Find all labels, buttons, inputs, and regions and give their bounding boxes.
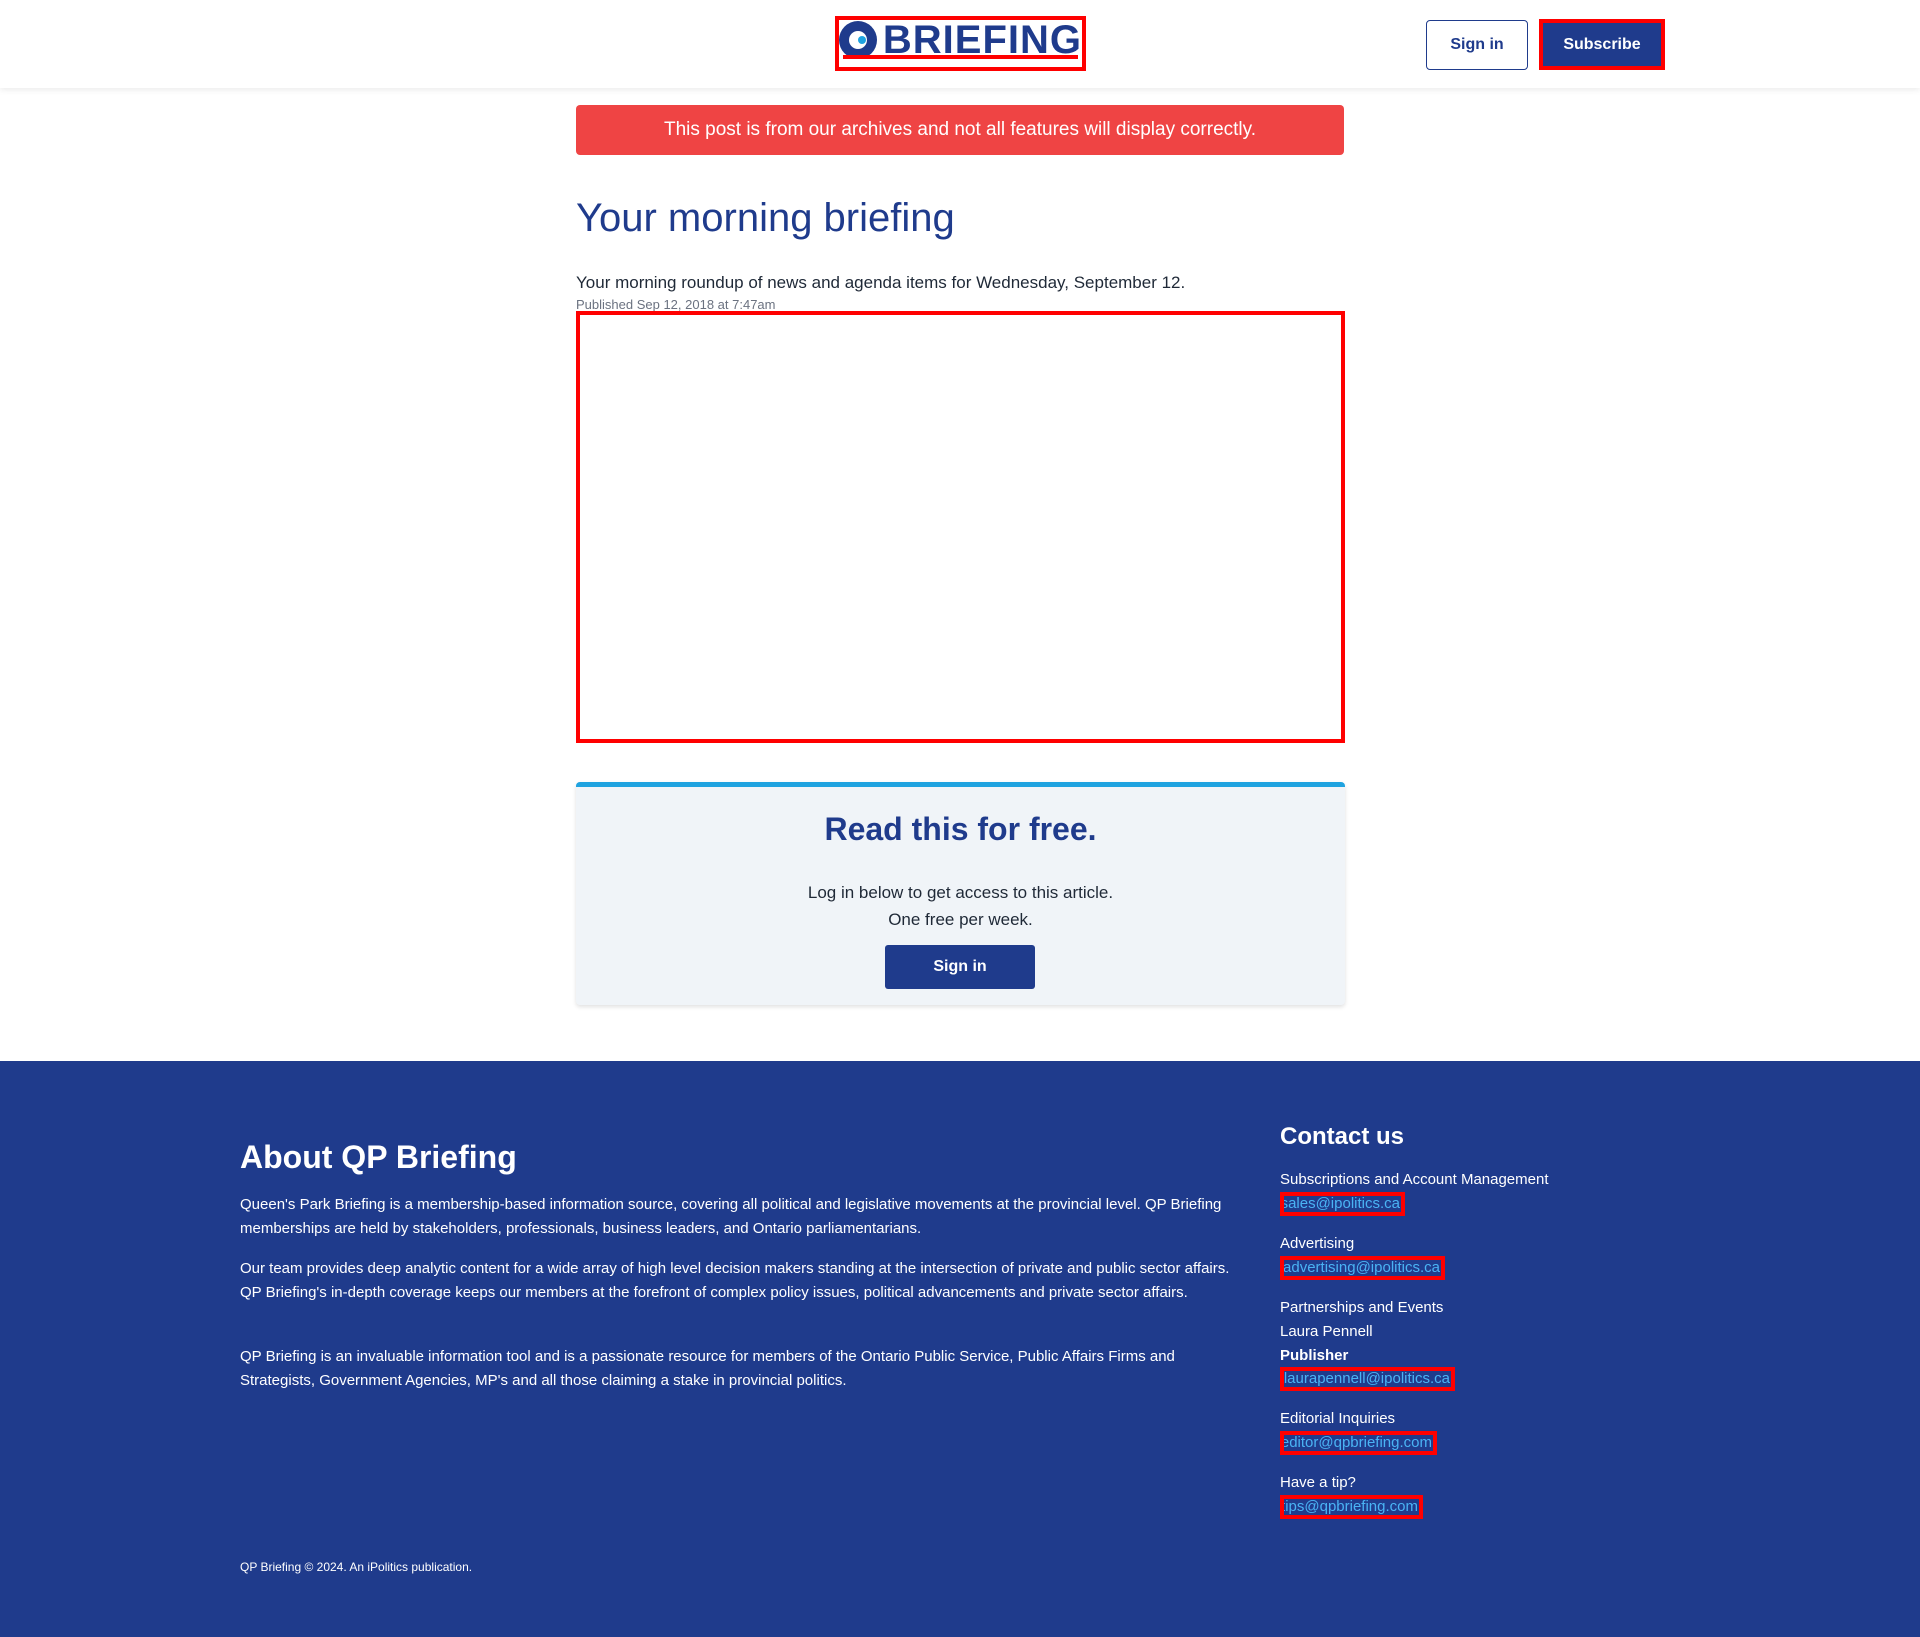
article-media-frame[interactable] xyxy=(576,311,1345,743)
article-summary: Your morning roundup of news and agenda … xyxy=(576,273,1186,292)
contact-partnerships-label: Partnerships and Events xyxy=(1280,1299,1444,1316)
contact-editorial-label: Editorial Inquiries xyxy=(1280,1410,1396,1427)
contact-partnerships-name: Laura Pennell xyxy=(1280,1323,1373,1340)
about-paragraph: QP Briefing is an invaluable information… xyxy=(240,1348,1175,1389)
paywall-title: Read this for free. xyxy=(824,811,1097,847)
article-published-date: Published Sep 12, 2018 at 7:47am xyxy=(576,297,776,312)
archive-notice-banner: This post is from our archives and not a… xyxy=(576,105,1344,155)
site-header: BRIEFING Sign in Subscribe xyxy=(0,0,1920,88)
contact-title: Contact us xyxy=(1280,1123,1405,1150)
contact-partnerships-role: Publisher xyxy=(1280,1347,1349,1364)
about-paragraph: Our team provides deep analytic content … xyxy=(240,1260,1230,1301)
contact-subscriptions-label: Subscriptions and Account Management xyxy=(1280,1171,1549,1188)
paywall-card: Read this for free. Log in below to get … xyxy=(576,782,1345,1005)
paywall-signin-button[interactable]: Sign in xyxy=(885,945,1035,989)
article-title: Your morning briefing xyxy=(576,196,955,240)
paywall-message: Log in below to get access to this artic… xyxy=(807,883,1114,902)
about-paragraph: Queen's Park Briefing is a membership-ba… xyxy=(240,1196,1222,1237)
site-logo[interactable]: BRIEFING xyxy=(835,16,1086,71)
header-subscribe-button[interactable]: Subscribe xyxy=(1539,19,1665,70)
copyright-text: QP Briefing © 2024. An iPolitics publica… xyxy=(240,1560,473,1574)
contact-sales-email-link[interactable]: sales@ipolitics.ca xyxy=(1280,1192,1405,1216)
header-signin-button[interactable]: Sign in xyxy=(1426,20,1528,70)
contact-advertising-email-link[interactable]: advertising@ipolitics.ca xyxy=(1280,1256,1445,1280)
about-title: About QP Briefing xyxy=(240,1139,517,1175)
qp-logo-icon xyxy=(839,20,877,59)
contact-tips-email-link[interactable]: tips@qpbriefing.com xyxy=(1280,1495,1423,1519)
site-footer: About QP Briefing Queen's Park Briefing … xyxy=(0,1061,1920,1637)
paywall-limit-note: One free per week. xyxy=(888,910,1033,929)
contact-advertising-label: Advertising xyxy=(1280,1235,1355,1252)
contact-partnerships-email-link[interactable]: laurapennell@ipolitics.ca xyxy=(1280,1367,1455,1391)
logo-underline xyxy=(843,55,1078,59)
contact-tip-label: Have a tip? xyxy=(1280,1474,1356,1491)
contact-editor-email-link[interactable]: editor@qpbriefing.com xyxy=(1280,1431,1437,1455)
